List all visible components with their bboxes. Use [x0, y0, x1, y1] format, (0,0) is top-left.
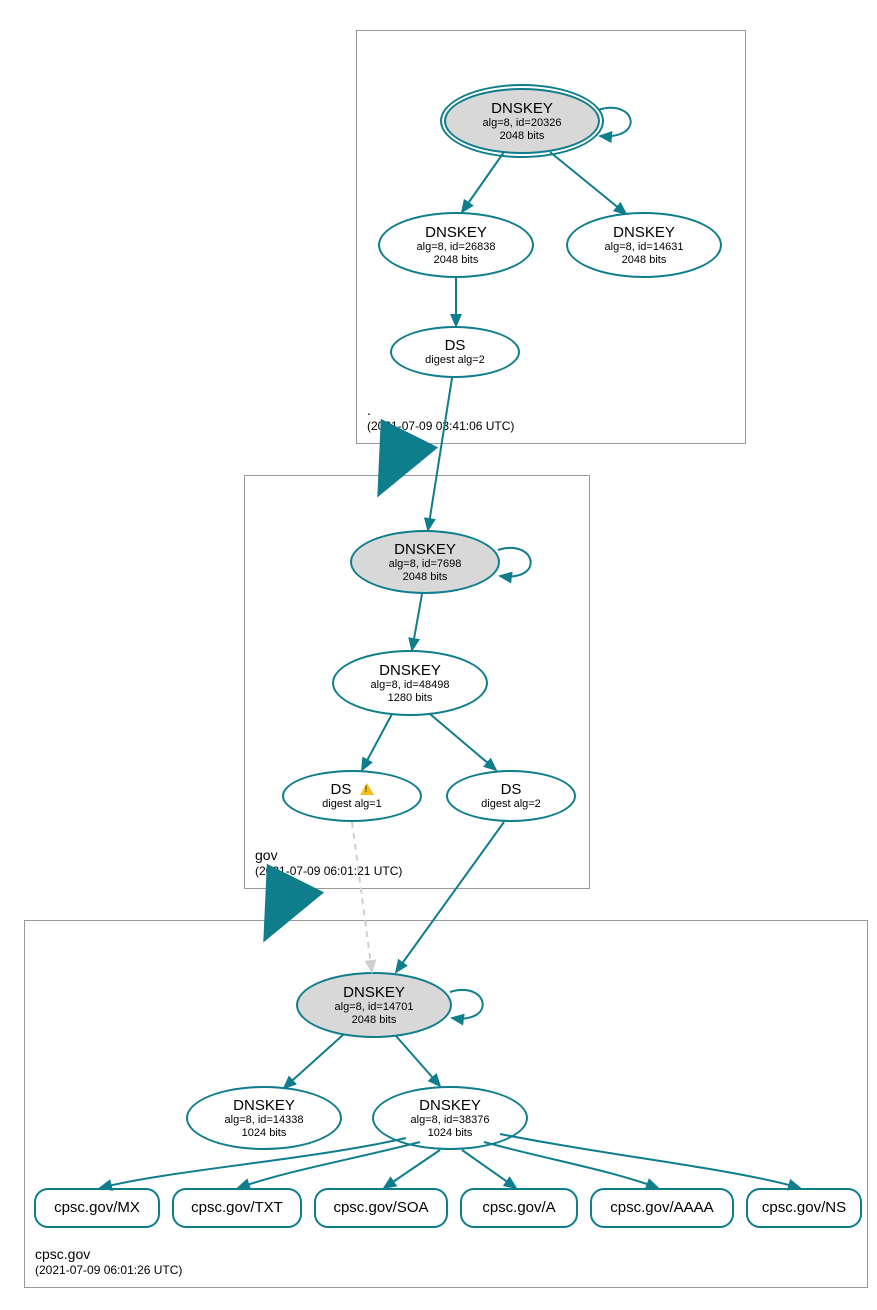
rrset-label: cpsc.gov/MX [36, 1199, 158, 1216]
node-title: DNSKEY [568, 224, 720, 241]
node-bits: 2048 bits [298, 1014, 450, 1027]
node-bits: 2048 bits [352, 571, 498, 584]
rrset-label: cpsc.gov/TXT [174, 1199, 300, 1216]
node-alg: alg=8, id=48498 [334, 679, 486, 692]
gov-ds-alg2: DS digest alg=2 [446, 770, 576, 822]
node-title: DS [284, 781, 420, 798]
node-digest: digest alg=1 [284, 798, 420, 811]
node-title: DNSKEY [352, 541, 498, 558]
zone-gov-timestamp: (2021-07-09 06:01:21 UTC) [255, 864, 402, 880]
gov-zsk-dnskey: DNSKEY alg=8, id=48498 1280 bits [332, 650, 488, 716]
node-title: DNSKEY [188, 1097, 340, 1114]
node-alg: alg=8, id=7698 [352, 558, 498, 571]
node-bits: 1024 bits [188, 1127, 340, 1140]
gov-ds-alg1: DS digest alg=1 [282, 770, 422, 822]
zone-cpsc-timestamp: (2021-07-09 06:01:26 UTC) [35, 1263, 182, 1279]
gov-ksk-dnskey: DNSKEY alg=8, id=7698 2048 bits [350, 530, 500, 594]
node-alg: alg=8, id=14338 [188, 1114, 340, 1127]
root-ds: DS digest alg=2 [390, 326, 520, 378]
zone-root-timestamp: (2021-07-09 03:41:06 UTC) [367, 419, 514, 435]
warning-icon [360, 783, 374, 795]
rrset-label: cpsc.gov/A [462, 1199, 576, 1216]
root-zsk-dnskey-26838: DNSKEY alg=8, id=26838 2048 bits [378, 212, 534, 278]
node-alg: alg=8, id=14631 [568, 241, 720, 254]
rrset-label: cpsc.gov/AAAA [592, 1199, 732, 1216]
rrset-ns: cpsc.gov/NS [746, 1188, 862, 1228]
node-title: DS [392, 337, 518, 354]
rrset-aaaa: cpsc.gov/AAAA [590, 1188, 734, 1228]
node-title: DNSKEY [334, 662, 486, 679]
rrset-mx: cpsc.gov/MX [34, 1188, 160, 1228]
node-title: DNSKEY [380, 224, 532, 241]
node-title-text: DS [330, 781, 351, 798]
rrset-label: cpsc.gov/NS [748, 1199, 860, 1216]
rrset-soa: cpsc.gov/SOA [314, 1188, 448, 1228]
cpsc-ksk-dnskey: DNSKEY alg=8, id=14701 2048 bits [296, 972, 452, 1038]
node-title: DS [448, 781, 574, 798]
node-bits: 2048 bits [446, 130, 598, 143]
cpsc-zsk-dnskey-14338: DNSKEY alg=8, id=14338 1024 bits [186, 1086, 342, 1150]
root-ksk-dnskey: DNSKEY alg=8, id=20326 2048 bits [444, 88, 600, 154]
node-alg: alg=8, id=38376 [374, 1114, 526, 1127]
rrset-label: cpsc.gov/SOA [316, 1199, 446, 1216]
root-zsk-dnskey-14631: DNSKEY alg=8, id=14631 2048 bits [566, 212, 722, 278]
zone-cpsc-name: cpsc.gov [35, 1245, 182, 1263]
zone-gov-name: gov [255, 846, 402, 864]
node-title: DNSKEY [298, 984, 450, 1001]
node-digest: digest alg=2 [392, 354, 518, 367]
node-alg: alg=8, id=26838 [380, 241, 532, 254]
rrset-a: cpsc.gov/A [460, 1188, 578, 1228]
node-bits: 2048 bits [380, 254, 532, 267]
rrset-txt: cpsc.gov/TXT [172, 1188, 302, 1228]
node-bits: 2048 bits [568, 254, 720, 267]
node-bits: 1024 bits [374, 1127, 526, 1140]
zone-root-name: . [367, 401, 514, 419]
node-digest: digest alg=2 [448, 798, 574, 811]
node-bits: 1280 bits [334, 692, 486, 705]
node-alg: alg=8, id=20326 [446, 117, 598, 130]
node-title: DNSKEY [446, 100, 598, 117]
node-alg: alg=8, id=14701 [298, 1001, 450, 1014]
cpsc-zsk-dnskey-38376: DNSKEY alg=8, id=38376 1024 bits [372, 1086, 528, 1150]
node-title: DNSKEY [374, 1097, 526, 1114]
